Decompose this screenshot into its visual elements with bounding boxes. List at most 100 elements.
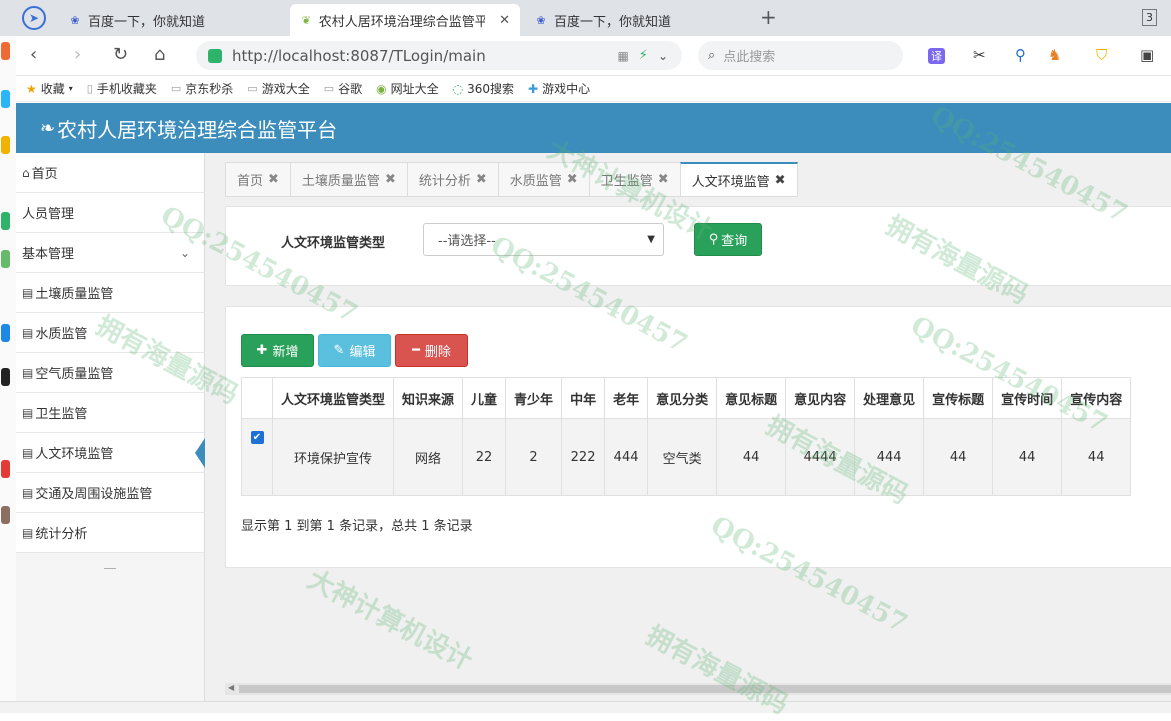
sidebar-item-humanities[interactable]: ▤ 人文环境监管 [16,433,205,473]
bookmark-item[interactable]: ✚ 游戏中心 [528,80,590,97]
sidebar-item-water[interactable]: ▤ 水质监管 [16,313,204,353]
sidebar-item-label: 基本管理 [22,247,75,262]
select-all-header[interactable] [241,377,273,419]
back-icon[interactable]: ‹ [30,44,37,65]
edge-app-icon[interactable] [1,90,10,108]
flash-icon[interactable]: ⚡ [639,48,648,63]
magnifier-icon[interactable]: ⚲ [1015,46,1026,64]
home-icon[interactable]: ⌂ [154,44,165,65]
browser-tab-2[interactable]: ❦ 农村人居环境治理综合监管平台 ✕ [290,4,520,36]
browser-logo-icon[interactable]: ➤ [22,6,46,30]
phone-icon: ▯ [86,82,93,95]
bookmark-item[interactable]: ▭ 谷歌 [324,80,362,97]
type-select[interactable]: --请选择-- ▼ [423,223,664,256]
browser-tab-1[interactable]: ❀ 百度一下，你就知道 [58,4,284,36]
close-icon[interactable]: ✖ [268,172,279,187]
delete-button[interactable]: ━ 删除 [395,334,468,367]
page-icon: ▭ [247,82,258,95]
sidebar-item-air[interactable]: ▤ 空气质量监管 [16,353,204,393]
tab-hygiene[interactable]: 卫生监管 ✖ [588,162,680,197]
column-header[interactable]: 青少年 [505,377,563,419]
edge-app-icon[interactable] [1,136,10,154]
bookmark-item[interactable]: ▯ 手机收藏夹 [87,80,157,97]
column-header[interactable]: 处理意见 [854,377,925,419]
shield-icon[interactable]: ⛉ [1096,46,1107,64]
new-tab-button[interactable]: + [760,5,777,29]
sidebar-item-traffic[interactable]: ▤ 交通及周围设施监管 [16,473,204,513]
list-icon: ▤ [22,365,34,380]
add-button-label: 新增 [272,345,299,360]
bookmark-favorites[interactable]: ★ 收藏 ▾ [26,80,73,97]
sidebar-collapse-handle[interactable]: — [16,553,204,583]
column-header[interactable]: 知识来源 [393,377,464,419]
menu-icon[interactable]: ▣ [1140,46,1154,64]
edge-app-icon[interactable] [1,368,10,386]
qr-icon[interactable]: ▦ [617,49,628,63]
column-header[interactable]: 宣传内容 [1061,377,1132,419]
chevron-down-icon[interactable]: ⌄ [658,49,668,63]
scroll-left-icon[interactable]: ◀ [228,683,234,692]
reload-icon[interactable]: ↻ [113,44,128,65]
scrollbar-thumb[interactable] [239,685,1171,693]
tab-soil[interactable]: 土壤质量监管 ✖ [289,162,407,197]
address-bar[interactable]: http://localhost:8087/TLogin/main ▦ ⚡ ⌄ [196,41,682,70]
close-icon[interactable]: ✕ [499,13,510,28]
close-icon[interactable]: ✖ [567,172,578,187]
sidebar-item-soil[interactable]: ▤ 土壤质量监管 [16,273,204,313]
sidebar-item-hygiene[interactable]: ▤ 卫生监管 [16,393,204,433]
sidebar-item-home[interactable]: ⌂ 首页 [16,153,204,193]
sidebar-item-basic[interactable]: 基本管理 ⌄ [16,233,204,273]
bookmark-item[interactable]: ▭ 京东秒杀 [171,80,233,97]
column-header[interactable]: 意见内容 [785,377,856,419]
sidebar-item-personnel[interactable]: 人员管理 [16,193,204,233]
bookmark-item[interactable]: ◌ 360搜索 [453,80,514,97]
translate-icon[interactable]: 译 [928,48,945,64]
sidebar-item-label: 人文环境监管 [35,447,114,462]
home-icon: ⌂ [22,165,30,180]
bookmark-item[interactable]: ◉ 网址大全 [376,80,439,97]
column-header[interactable]: 意见分类 [647,377,718,419]
tab-statistics[interactable]: 统计分析 ✖ [406,162,498,197]
column-header[interactable]: 儿童 [462,377,507,419]
scissors-icon[interactable]: ✂ [973,46,986,64]
edge-app-icon[interactable] [1,506,10,524]
column-header[interactable]: 中年 [561,377,606,419]
close-icon[interactable]: ✖ [775,173,786,188]
edge-app-icon[interactable] [1,212,10,230]
close-icon[interactable]: ✖ [385,172,396,187]
tab-humanities[interactable]: 人文环境监管 ✖ [679,162,798,197]
gamepad-icon[interactable]: ♞ [1048,46,1061,64]
baidu-paw-icon: ❀ [536,13,546,27]
close-icon[interactable]: ✖ [658,172,669,187]
checkbox-checked-icon[interactable]: ✔ [250,431,264,444]
browser-tab-3[interactable]: ❀ 百度一下，你就知道 [524,4,746,36]
table-cell: 444 [854,418,925,496]
column-header[interactable]: 意见标题 [716,377,787,419]
edge-app-icon[interactable] [1,460,10,478]
column-header[interactable]: 老年 [604,377,649,419]
close-icon[interactable]: ✖ [476,172,487,187]
edge-app-icon[interactable] [1,250,10,268]
sidebar-item-statistics[interactable]: ▤ 统计分析 [16,513,204,553]
tab-count-badge[interactable]: 3 [1142,9,1157,26]
row-checkbox-cell[interactable]: ✔ [241,418,273,496]
edit-button[interactable]: ✎ 编辑 [318,334,391,367]
edge-app-icon[interactable] [1,42,10,60]
sidebar-item-label: 统计分析 [35,527,88,542]
edit-icon: ✎ [333,343,345,358]
column-header[interactable]: 宣传时间 [992,377,1063,419]
table-cell: 44 [1061,418,1132,496]
edge-app-icon[interactable] [1,324,10,342]
table-cell: 44 [716,418,787,496]
add-button[interactable]: ✚ 新增 [241,334,314,367]
column-header[interactable]: 宣传标题 [923,377,994,419]
tab-home[interactable]: 首页 ✖ [225,162,290,197]
bookmark-item[interactable]: ▭ 游戏大全 [247,80,309,97]
query-button[interactable]: ⚲ 查询 [694,223,762,256]
tab-water[interactable]: 水质监管 ✖ [497,162,589,197]
column-header[interactable]: 人文环境监管类型 [271,377,395,419]
horizontal-scrollbar[interactable]: ◀ [225,683,1171,695]
search-box[interactable]: ⌕ 点此搜索 [698,41,903,70]
table-row[interactable]: ✔ 环境保护宣传 网络 22 2 222 444 空气类 44 4444 444… [241,418,1132,496]
forward-icon[interactable]: › [74,44,81,65]
